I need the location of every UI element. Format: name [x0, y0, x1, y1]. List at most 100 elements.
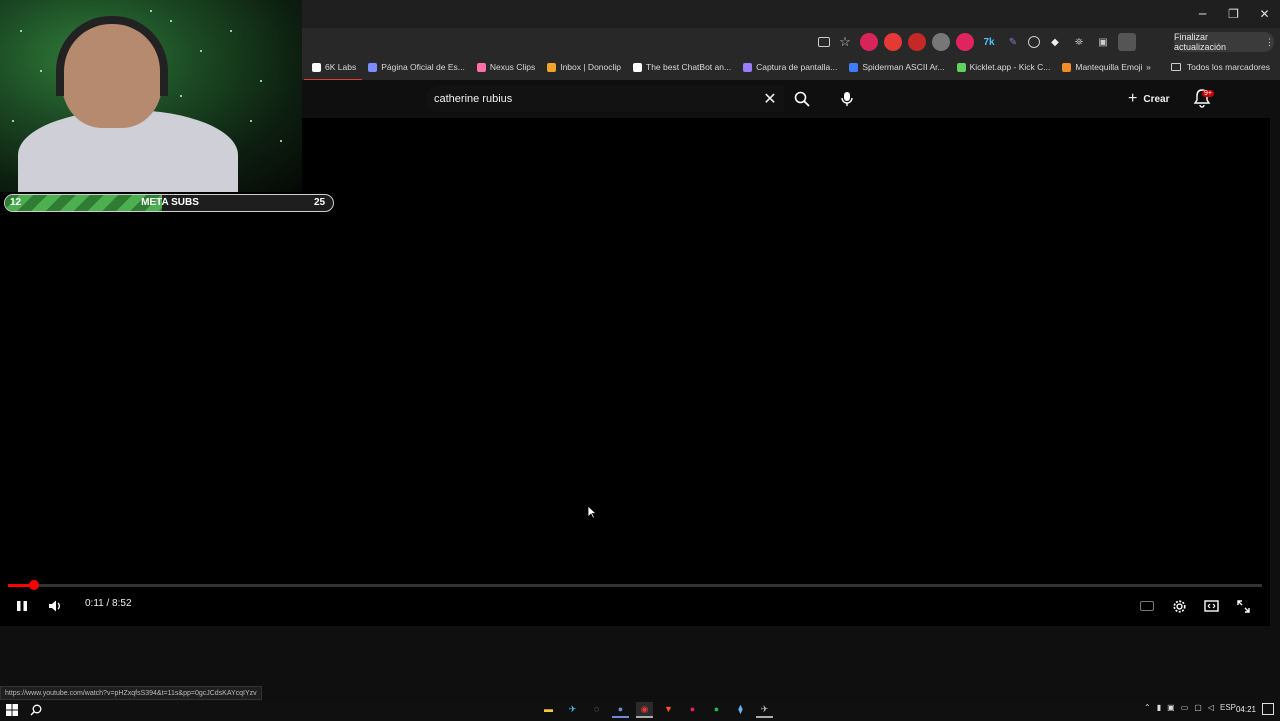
app-icon[interactable]: ◌	[588, 702, 605, 718]
tray-app-icon[interactable]: ▣	[1167, 703, 1175, 712]
close-window-button[interactable]: ✕	[1249, 0, 1280, 28]
bookmark-item[interactable]: Página Oficial de Es...	[368, 62, 465, 72]
app-icon[interactable]: ●	[684, 702, 701, 718]
fullscreen-icon	[1236, 599, 1250, 613]
voice-search-button[interactable]	[834, 86, 860, 112]
bookmark-star-icon[interactable]: ☆	[836, 33, 854, 51]
search-box	[426, 86, 784, 112]
clear-search-icon[interactable]: ✕	[762, 90, 778, 108]
language-indicator[interactable]: ESP	[1220, 703, 1236, 712]
cast-icon[interactable]	[818, 37, 830, 47]
microphone-icon[interactable]: ▮	[1157, 703, 1161, 712]
more-vert-icon[interactable]: ⋮	[1265, 37, 1274, 48]
status-url: https://www.youtube.com/watch?v=pHZxqfsS…	[0, 686, 262, 700]
mouse-cursor-icon	[587, 505, 597, 519]
bookmark-favicon-icon	[312, 62, 321, 72]
app-icon[interactable]: ✈	[564, 702, 581, 718]
file-explorer-icon[interactable]: ▬	[540, 702, 557, 718]
window-controls: ─ ❐ ✕	[1187, 0, 1280, 28]
chrome-icon[interactable]: ◉	[636, 702, 653, 718]
chevron-up-icon[interactable]: ⌃	[1144, 703, 1151, 712]
bookmark-label: Kicklet.app - Kick C...	[969, 62, 1051, 72]
fullscreen-button[interactable]	[1234, 597, 1252, 615]
search-button[interactable]	[788, 86, 816, 112]
discord-icon[interactable]: ●	[612, 702, 629, 718]
more-bookmarks-icon[interactable]: »	[1146, 62, 1151, 72]
puzzle-icon[interactable]: ▣	[1094, 33, 1112, 51]
brave-icon[interactable]: ▼	[660, 702, 677, 718]
all-bookmarks-link[interactable]: Todos los marcadores	[1187, 62, 1270, 72]
progress-scrubber[interactable]	[29, 580, 39, 590]
bookmark-favicon-icon	[368, 62, 378, 72]
tray-app-icon[interactable]: ▢	[1194, 703, 1202, 712]
minimize-button[interactable]: ─	[1187, 0, 1218, 28]
bookmark-item[interactable]: 6K Labs	[312, 62, 356, 72]
bookmark-item[interactable]: Kicklet.app - Kick C...	[956, 62, 1051, 72]
bookmark-item[interactable]: The best ChatBot an...	[633, 62, 731, 72]
spotify-icon[interactable]: ●	[708, 702, 725, 718]
pause-button[interactable]	[12, 597, 32, 615]
bookmark-item[interactable]: Captura de pantalla...	[743, 62, 837, 72]
subtitles-button[interactable]	[1138, 598, 1156, 614]
bookmark-label: Inbox | Donoclip	[560, 62, 622, 72]
network-icon[interactable]: ▭	[1181, 703, 1189, 712]
taskbar-clock[interactable]: 04:21	[1236, 705, 1256, 714]
windows-logo-icon	[6, 704, 18, 716]
bookmark-label: 6K Labs	[325, 62, 357, 72]
create-label: Crear	[1143, 93, 1170, 105]
start-button[interactable]	[6, 703, 18, 721]
bookmark-label: Mantequilla Emoji	[1075, 62, 1143, 72]
taskbar-apps: ▬ ✈ ◌ ● ◉ ▼ ● ● ⧫ ✈	[540, 702, 773, 718]
extension-icon[interactable]: ⛯	[1070, 33, 1088, 51]
bookmark-label: The best ChatBot an...	[646, 62, 732, 72]
progress-bar[interactable]	[8, 580, 1262, 590]
app-icon[interactable]: ⧫	[732, 702, 749, 718]
bookmark-label: Nexus Clips	[489, 62, 536, 72]
extension-icon[interactable]	[1028, 36, 1040, 48]
headset	[56, 16, 168, 96]
taskbar-search-button[interactable]	[30, 703, 42, 721]
volume-button[interactable]	[46, 597, 64, 615]
bookmark-item[interactable]: Nexus Clips	[476, 62, 536, 72]
notification-center-icon[interactable]	[1262, 703, 1274, 715]
bookmark-favicon-icon	[1062, 62, 1072, 72]
bookmark-favicon-icon	[633, 62, 643, 72]
extension-icon[interactable]	[860, 33, 878, 51]
steam-icon[interactable]: ✈	[756, 702, 773, 718]
bookmark-item[interactable]: Inbox | Donoclip	[547, 62, 621, 72]
bookmark-favicon-icon	[743, 62, 753, 72]
bookmarks-right: » Todos los marcadores	[1146, 56, 1270, 78]
extension-icon[interactable]: ◆	[1046, 33, 1064, 51]
bookmark-label: Spiderman ASCII Ar...	[862, 62, 945, 72]
theater-mode-button[interactable]	[1202, 597, 1220, 615]
extension-icon[interactable]	[908, 33, 926, 51]
extension-icon[interactable]: 7k	[980, 33, 998, 51]
search-icon	[30, 704, 42, 716]
page-scrollbar[interactable]	[1270, 80, 1280, 700]
bookmark-favicon-icon	[476, 62, 486, 72]
bookmark-item[interactable]: Mantequilla Emoji	[1062, 62, 1142, 72]
search-icon	[794, 91, 810, 107]
subtitles-icon	[1140, 601, 1154, 611]
settings-button[interactable]	[1170, 597, 1188, 615]
update-button[interactable]: Finalizar actualización ⋮	[1174, 32, 1274, 52]
notification-count-badge: 9+	[1202, 90, 1214, 97]
theater-mode-icon	[1203, 600, 1219, 612]
bookmark-favicon-icon	[547, 62, 557, 72]
extension-icon[interactable]	[884, 33, 902, 51]
extension-icon[interactable]	[932, 33, 950, 51]
profile-icon[interactable]	[1118, 33, 1136, 51]
extension-icon[interactable]	[956, 33, 974, 51]
restore-button[interactable]: ❐	[1218, 0, 1249, 28]
extension-icon[interactable]: ✎	[1004, 33, 1022, 51]
search-input[interactable]	[434, 93, 754, 105]
volume-icon[interactable]: ◁	[1208, 703, 1214, 712]
bookmark-item[interactable]: Spiderman ASCII Ar...	[849, 62, 945, 72]
bookmark-label: Página Oficial de Es...	[381, 62, 465, 72]
create-button[interactable]: + Crear	[1128, 88, 1169, 110]
bookmarks-list: 6K Labs Página Oficial de Es... Nexus Clip…	[312, 56, 1154, 78]
microphone-icon	[841, 92, 853, 106]
update-button-label: Finalizar actualización	[1174, 32, 1227, 52]
bookmark-label: Captura de pantalla...	[756, 62, 838, 72]
plus-icon: +	[1128, 90, 1138, 107]
